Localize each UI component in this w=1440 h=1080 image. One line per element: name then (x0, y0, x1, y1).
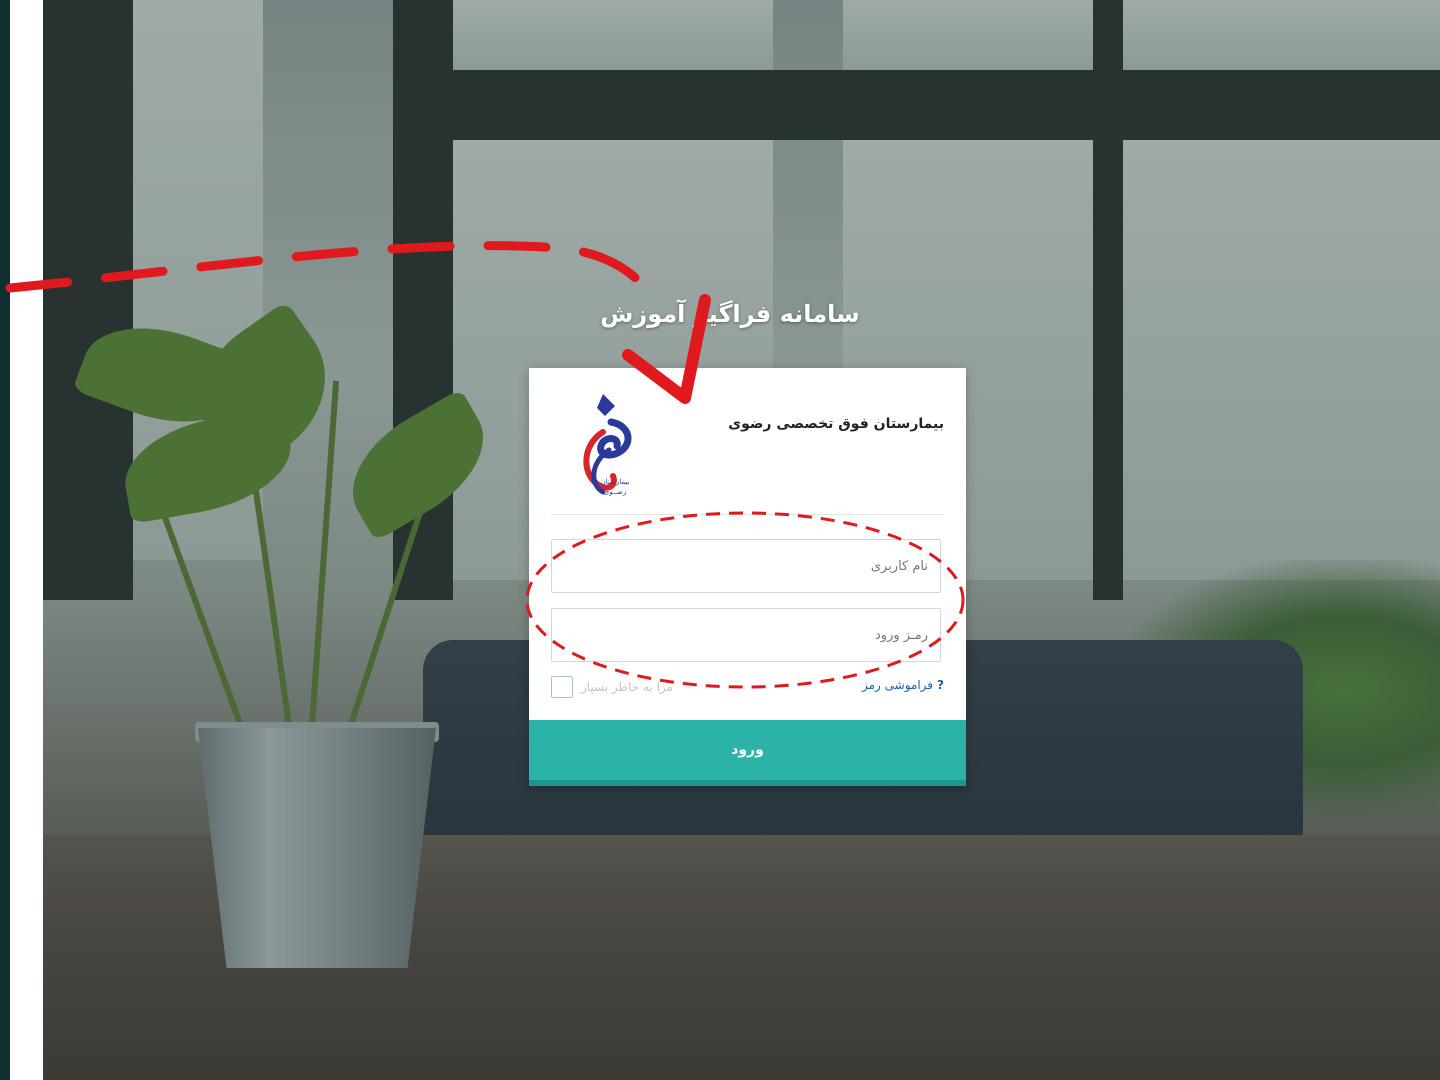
logo-text-line1: بیمارستان (601, 478, 630, 486)
header-divider (551, 514, 944, 515)
page-title: سامانه فراگیر آموزش (600, 300, 860, 328)
remember-me[interactable]: مرا به خاطر بسپار (551, 676, 673, 698)
login-card: بیمارستان فوق تخصصی رضوی بیمارستان رضــو… (529, 368, 966, 786)
hospital-logo: بیمارستان رضــوی (573, 392, 643, 502)
login-button[interactable]: ورود (529, 720, 966, 780)
password-input[interactable] (551, 608, 941, 662)
forgot-password-label: فراموشی رمز (861, 678, 934, 692)
logo-text-line2: رضــوی (604, 488, 627, 496)
left-edge-white-strip (10, 0, 43, 1080)
remember-me-label: مرا به خاطر بسپار (581, 680, 673, 694)
login-button-shadow (529, 780, 966, 786)
remember-me-checkbox[interactable] (551, 676, 573, 698)
forgot-password-link[interactable]: ? فراموشی رمز (862, 678, 944, 692)
hospital-name: بیمارستان فوق تخصصی رضوی (728, 416, 944, 432)
question-mark-icon: ? (937, 678, 944, 692)
username-input[interactable] (551, 539, 941, 593)
left-edge-dark-strip (0, 0, 10, 1080)
